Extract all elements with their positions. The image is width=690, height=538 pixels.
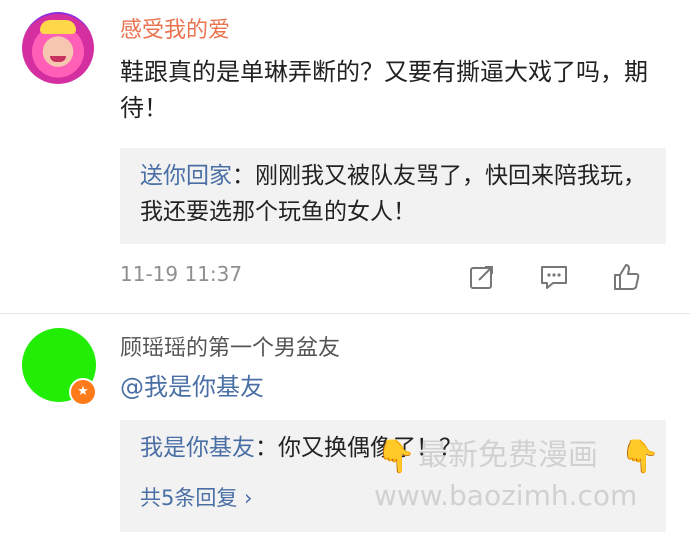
comment-divider [0,313,690,314]
reply-content: 你又换偶像了！？ [278,435,462,461]
reply-text-block: 送你回家：刚刚我又被队友骂了，快回来陪我玩，我还要选那个玩鱼的女人！ [140,158,650,230]
reply-separator: ： [255,435,278,461]
more-replies-link[interactable]: 共5条回复 › [140,482,252,512]
reply-username[interactable]: 送你回家 [140,163,232,189]
comment-button[interactable] [518,262,590,292]
reply-preview-box[interactable]: 我是你基友：你又换偶像了！？ 共5条回复 › [120,420,666,532]
like-icon [614,264,640,290]
like-button[interactable] [590,262,662,292]
comment-username[interactable]: 顾瑶瑶的第一个男盆友 [120,330,340,362]
comment-body-mention[interactable]: @我是你基友 [120,369,660,405]
share-icon [470,266,493,289]
comment-icon [541,266,567,289]
comment-actions [446,262,662,292]
reply-text-block: 我是你基友：你又换偶像了！？ [140,430,650,466]
comment-body: 鞋跟真的是单琳弄断的？又要有撕逼大戏了吗，期待！ [120,58,648,122]
reply-separator: ： [232,163,255,189]
comment-timestamp: 11-19 11:37 [120,262,243,286]
reply-username[interactable]: 我是你基友 [140,435,255,461]
user-avatar[interactable] [22,12,94,84]
verified-badge-icon: ★ [69,378,97,406]
reply-preview-box[interactable]: 送你回家：刚刚我又被队友骂了，快回来陪我玩，我还要选那个玩鱼的女人！ [120,148,666,244]
share-button[interactable] [446,262,518,292]
comment-username[interactable]: 感受我的爱 [120,12,230,44]
